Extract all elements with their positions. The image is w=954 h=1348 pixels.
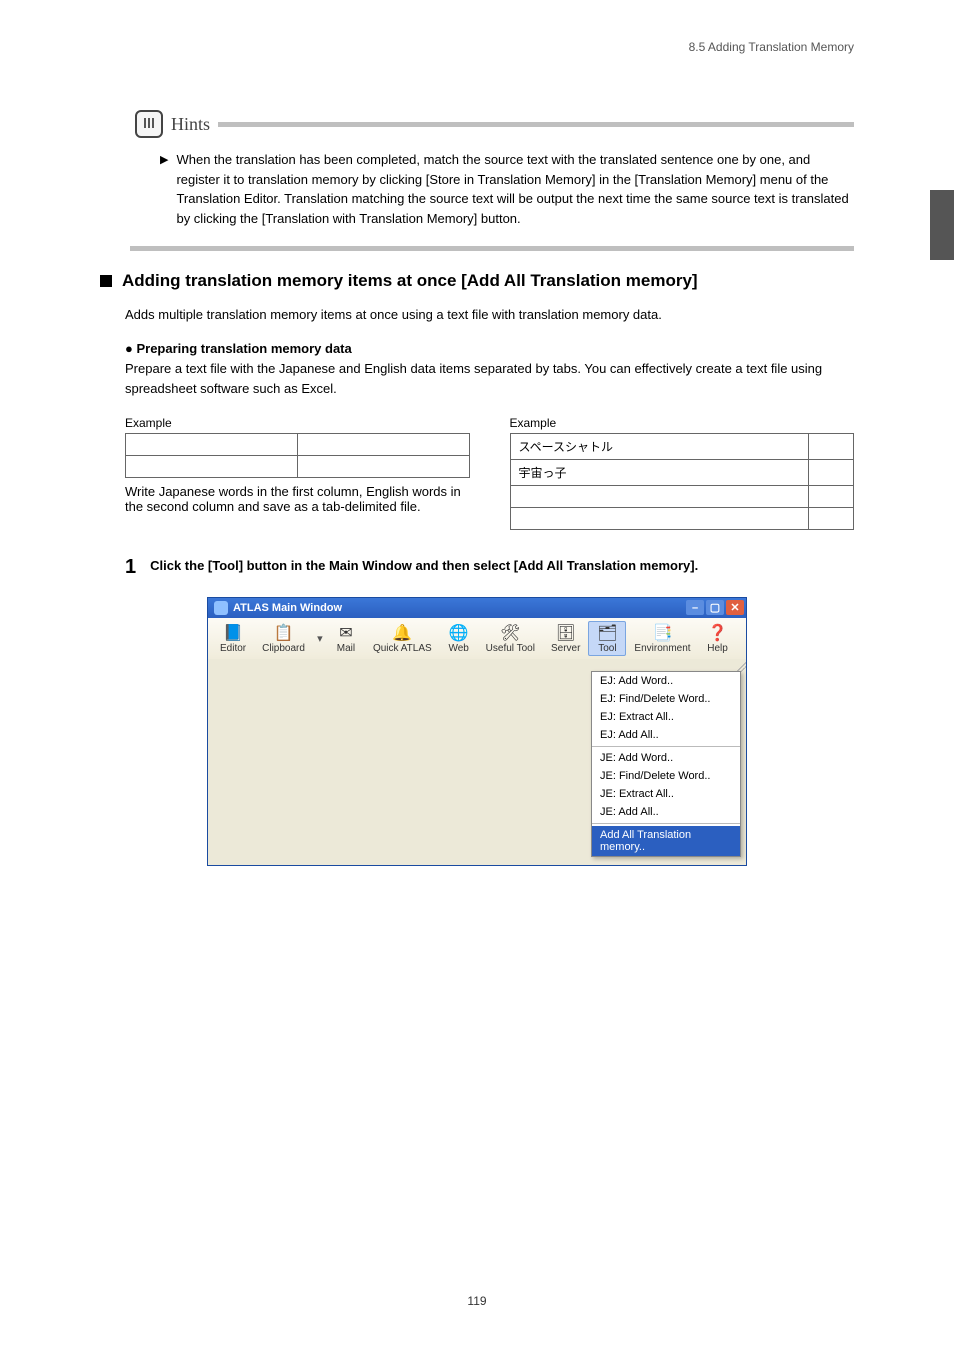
section-para1: Adds multiple translation memory items a…: [125, 305, 854, 325]
step-number: 1: [125, 552, 136, 583]
example-label-right: Example: [510, 416, 855, 430]
menu-item[interactable]: EJ: Extract All..: [592, 708, 740, 726]
app-icon: [214, 601, 228, 615]
tool-dropdown-menu: EJ: Add Word..EJ: Find/Delete Word..EJ: …: [591, 671, 741, 857]
table-row: スペースシャトル: [510, 433, 854, 459]
toolbar: 📘Editor📋Clipboard▾✉Mail🔔Quick ATLAS🌐Web🛠…: [208, 618, 746, 659]
step1-text: Click the [Tool] button in the Main Wind…: [150, 552, 698, 583]
tool-label: Useful Tool: [486, 643, 535, 654]
editor-tool[interactable]: 📘Editor: [212, 621, 254, 656]
editor-tool-icon: 📘: [222, 623, 244, 643]
web-tool[interactable]: 🌐Web: [440, 621, 478, 656]
useful-tool[interactable]: 🛠Useful Tool: [478, 621, 543, 656]
tool-label: Tool: [598, 643, 616, 654]
server-tool[interactable]: 🗄Server: [543, 621, 588, 656]
quickatlas-tool[interactable]: 🔔Quick ATLAS: [365, 621, 440, 656]
page-number: 119: [467, 1294, 486, 1308]
hints-label: Hints: [171, 114, 210, 135]
table-intro-text: Write Japanese words in the first column…: [125, 484, 470, 514]
tool-label: Mail: [337, 643, 355, 654]
hints-header: Hints: [135, 110, 854, 138]
menu-separator: [592, 746, 740, 747]
section-bullet-icon: [100, 275, 112, 287]
tool-label: Editor: [220, 643, 246, 654]
example-table-left: [125, 433, 470, 478]
hints-text: When the translation has been completed,…: [176, 150, 854, 228]
server-tool-icon: 🗄: [555, 623, 577, 643]
environment-tool-icon: 📑: [651, 623, 673, 643]
menu-add-all-translation-memory[interactable]: Add All Translation memory..: [592, 826, 740, 856]
tool-label: Web: [448, 643, 468, 654]
atlas-main-window: ATLAS Main Window – ▢ ✕ 📘Editor📋Clipboar…: [207, 597, 747, 866]
pencil-icon: [135, 110, 163, 138]
bullet-arrow-icon: ▶: [160, 152, 168, 228]
dropdown-arrow-icon[interactable]: ▾: [313, 621, 327, 656]
table-row: [126, 433, 470, 455]
help-tool-icon: ❓: [707, 623, 729, 643]
quickatlas-tool-icon: 🔔: [391, 623, 413, 643]
close-button[interactable]: ✕: [726, 600, 744, 615]
mail-tool[interactable]: ✉Mail: [327, 621, 365, 656]
menu-item[interactable]: EJ: Add Word..: [592, 672, 740, 690]
tool-label: Server: [551, 643, 580, 654]
menu-item[interactable]: JE: Find/Delete Word..: [592, 767, 740, 785]
useful-tool-icon: 🛠: [499, 623, 521, 643]
table-row: 宇宙っ子: [510, 459, 854, 485]
tool-label: Quick ATLAS: [373, 643, 432, 654]
tool-tool-icon: 🗂: [596, 623, 618, 643]
menu-separator: [592, 823, 740, 824]
tool-label: Environment: [634, 643, 690, 654]
prepare-text: Prepare a text file with the Japanese an…: [125, 359, 854, 399]
prepare-heading: ● Preparing translation memory data: [125, 339, 854, 359]
window-titlebar[interactable]: ATLAS Main Window – ▢ ✕: [208, 598, 746, 618]
sidebar-tab: [930, 190, 954, 260]
environment-tool[interactable]: 📑Environment: [626, 621, 698, 656]
table-row: [510, 507, 854, 529]
tool-label: Clipboard: [262, 643, 305, 654]
hints-divider-top: [218, 122, 854, 127]
running-head: 8.5 Adding Translation Memory: [689, 40, 854, 54]
tool-label: Help: [707, 643, 728, 654]
example-table-right: スペースシャトル 宇宙っ子: [510, 433, 855, 530]
help-tool[interactable]: ❓Help: [699, 621, 737, 656]
table-row: [510, 485, 854, 507]
tool-tool[interactable]: 🗂Tool: [588, 621, 626, 656]
hints-divider-bottom: [130, 246, 854, 251]
mail-tool-icon: ✉: [335, 623, 357, 643]
menu-item[interactable]: EJ: Add All..: [592, 726, 740, 744]
menu-item[interactable]: JE: Add All..: [592, 803, 740, 821]
example-label-left: Example: [125, 416, 470, 430]
menu-item[interactable]: EJ: Find/Delete Word..: [592, 690, 740, 708]
minimize-button[interactable]: –: [686, 600, 704, 615]
clipboard-tool-icon: 📋: [273, 623, 295, 643]
maximize-button[interactable]: ▢: [706, 600, 724, 615]
web-tool-icon: 🌐: [448, 623, 470, 643]
menu-item[interactable]: JE: Add Word..: [592, 749, 740, 767]
section-title: Adding translation memory items at once …: [122, 271, 698, 291]
window-title: ATLAS Main Window: [233, 602, 686, 614]
clipboard-tool[interactable]: 📋Clipboard: [254, 621, 313, 656]
menu-item[interactable]: JE: Extract All..: [592, 785, 740, 803]
table-row: [126, 455, 470, 477]
